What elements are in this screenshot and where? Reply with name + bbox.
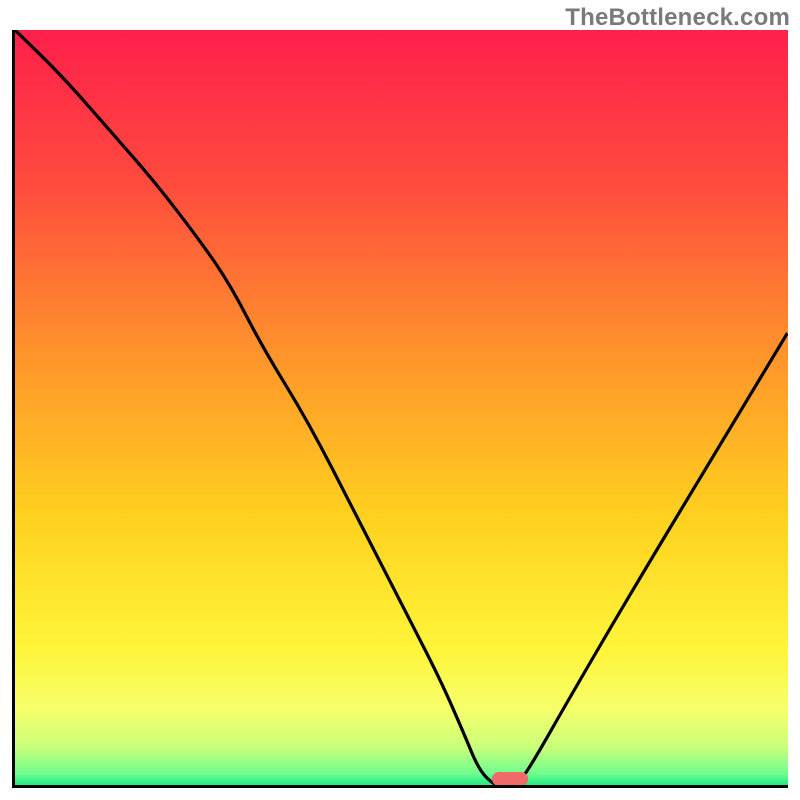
watermark-text: TheBottleneck.com <box>565 4 790 32</box>
chart-container: { "watermark": "TheBottleneck.com", "col… <box>0 0 800 800</box>
gradient-background <box>15 30 788 785</box>
optimal-marker <box>492 772 528 786</box>
gradient-rect <box>15 30 788 785</box>
gradient-svg <box>15 30 788 785</box>
